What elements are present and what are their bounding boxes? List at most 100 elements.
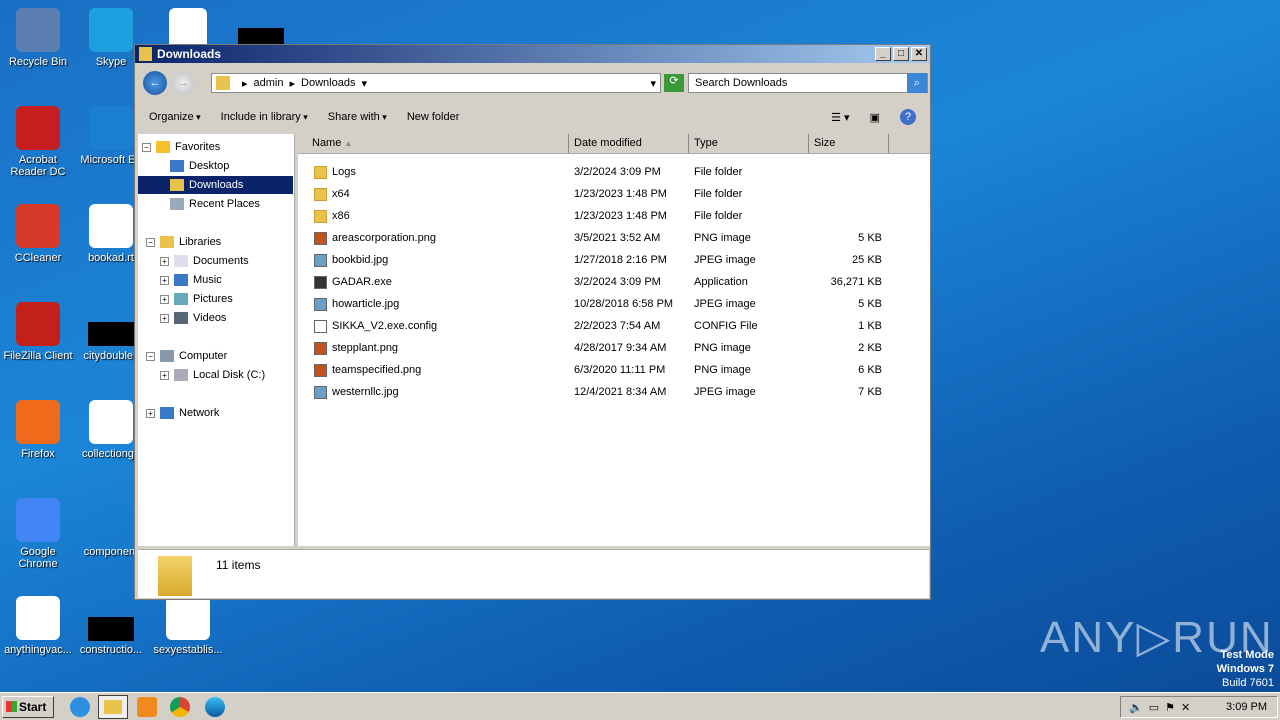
expand-toggle[interactable]: + [160,313,169,323]
help-icon[interactable]: ? [900,109,916,125]
organize-button[interactable]: Organize [149,111,201,123]
nav-item-documents[interactable]: + Documents [160,252,249,270]
breadcrumb-admin[interactable]: admin [254,77,284,92]
file-type: PNG image [694,342,751,354]
nav-item-desktop[interactable]: Desktop [170,157,229,175]
forward-button[interactable]: → [171,71,195,95]
column-type[interactable]: Type [689,134,809,153]
desktop-icon[interactable]: Acrobat Reader DC [0,106,76,178]
include-in-library-button[interactable]: Include in library [221,111,308,123]
desktop-icon[interactable]: FileZilla Client [0,302,76,362]
desktop-icon[interactable]: Recycle Bin [0,8,76,68]
column-date-modified[interactable]: Date modified [569,134,689,153]
expand-toggle[interactable]: + [160,275,169,285]
edge-taskbar-icon[interactable] [205,697,225,717]
desktop-icon[interactable]: sexyestablis... [150,596,226,656]
file-size: 6 KB [858,364,882,376]
new-folder-button[interactable]: New folder [407,111,460,123]
desktop-icon-label: Recycle Bin [8,56,68,68]
file-row[interactable]: Logs 3/2/2024 3:09 PM File folder [298,162,889,182]
address-bar-row: ← → ▸ admin ▸ Downloads ▾ ▾ ⟳ Search Downloa… [139,69,929,97]
chrome-taskbar-icon[interactable] [170,697,190,717]
title-bar[interactable]: Downloads _ □ ✕ [135,45,930,63]
expand-toggle[interactable]: + [160,370,169,380]
preview-pane-icon[interactable]: ▣ [870,111,880,124]
nav-item-libraries[interactable]: − Libraries [146,233,221,251]
expand-toggle[interactable]: − [142,142,151,152]
nav-item-network[interactable]: + Network [146,404,219,422]
share-with-button[interactable]: Share with [328,111,387,123]
minimize-button[interactable]: _ [875,47,891,61]
nav-item-computer[interactable]: − Computer [146,347,227,365]
expand-toggle[interactable]: − [146,237,155,247]
network-icon [160,407,174,420]
computer-icon [160,350,174,363]
folder-file-icon [314,187,327,201]
nav-item-recent[interactable]: Recent Places [170,195,260,213]
file-row[interactable]: GADAR.exe 3/2/2024 3:09 PM Application 36,2… [298,272,889,292]
expand-toggle[interactable]: + [160,256,169,266]
file-type: CONFIG File [694,320,758,332]
expand-toggle[interactable]: − [146,351,155,361]
address-bar[interactable]: ▸ admin ▸ Downloads ▾ ▾ [211,73,661,93]
search-icon[interactable]: ⌕ [907,73,927,93]
file-row[interactable]: westernllc.jpg 12/4/2021 8:34 AM JPEG imag… [298,382,889,402]
nav-item-favorites[interactable]: − Favorites [142,138,220,156]
desktop-icon[interactable]: anythingvac... [0,596,76,656]
clock[interactable]: 3:09 PM [1226,701,1267,713]
nav-item-local-disk[interactable]: + Local Disk (C:) [160,366,265,384]
maximize-button[interactable]: □ [893,47,909,61]
file-row[interactable]: teamspecified.png 6/3/2020 11:11 PM PNG im… [298,360,889,380]
column-size[interactable]: Size [809,134,889,153]
nav-item-downloads[interactable]: Downloads [138,176,293,194]
file-row[interactable]: x86 1/23/2023 1:48 PM File folder [298,206,889,226]
redacted-box [238,28,284,44]
search-input[interactable]: Search Downloads ⌕ [688,73,928,93]
expand-toggle[interactable]: + [146,408,155,418]
music-icon [174,274,188,287]
breadcrumb-downloads[interactable]: Downloads [301,77,355,92]
close-button[interactable]: ✕ [911,47,927,61]
address-dropdown-icon[interactable]: ▾ [650,77,656,90]
file-size: 5 KB [858,232,882,244]
nav-item-videos[interactable]: + Videos [160,309,226,327]
file-row[interactable]: stepplant.png 4/28/2017 9:34 AM PNG image 2… [298,338,889,358]
file-type: PNG image [694,364,751,376]
file-name: howarticle.jpg [332,298,400,310]
desktop-icon[interactable]: CCleaner [0,204,76,264]
back-button[interactable]: ← [143,71,167,95]
file-name: teamspecified.png [332,364,422,376]
file-row[interactable]: bookbid.jpg 1/27/2018 2:16 PM JPEG image 25… [298,250,889,270]
exe-file-icon [314,275,327,289]
explorer-window: Downloads _ □ ✕ ← → ▸ admin ▸ Downloads ▾ ▾ ⟳ … [134,44,931,600]
file-name: bookbid.jpg [332,254,389,266]
desktop-icon-label: CCleaner [14,252,62,264]
desktop-icon[interactable]: Firefox [0,400,76,460]
file-row[interactable]: areascorporation.png 3/5/2021 3:52 AM PNG … [298,228,889,248]
desktop-icon[interactable]: Google Chrome [0,498,76,570]
desktop-icon-label: Acrobat Reader DC [10,154,66,178]
file-row[interactable]: x64 1/23/2023 1:48 PM File folder [298,184,889,204]
ie-taskbar-icon[interactable] [70,697,90,717]
app-icon [89,8,133,52]
window-title: Downloads [157,47,222,61]
media-player-taskbar-icon[interactable] [137,697,157,717]
recent-icon [170,198,184,211]
file-type: File folder [694,188,743,200]
file-size: 2 KB [858,342,882,354]
file-row[interactable]: howarticle.jpg 10/28/2018 6:58 PM JPEG ima… [298,294,889,314]
expand-toggle[interactable]: + [160,294,169,304]
status-bar: 11 items [138,549,929,598]
explorer-taskbar-button[interactable] [98,695,128,719]
tray-icons[interactable]: 🔈▭⚑✕ [1129,701,1196,714]
column-name[interactable]: Name ▲ [298,134,569,153]
file-size: 7 KB [858,386,882,398]
start-button[interactable]: Start [2,696,54,718]
file-date: 3/2/2024 3:09 PM [574,276,661,288]
nav-item-music[interactable]: + Music [160,271,222,289]
file-row[interactable]: SIKKA_V2.exe.config 2/2/2023 7:54 AM CONFI… [298,316,889,336]
views-icon[interactable]: ☰ ▾ [831,111,849,124]
nav-item-pictures[interactable]: + Pictures [160,290,233,308]
refresh-icon[interactable]: ⟳ [664,74,684,92]
command-bar: Organize Include in library Share with N… [135,103,930,131]
